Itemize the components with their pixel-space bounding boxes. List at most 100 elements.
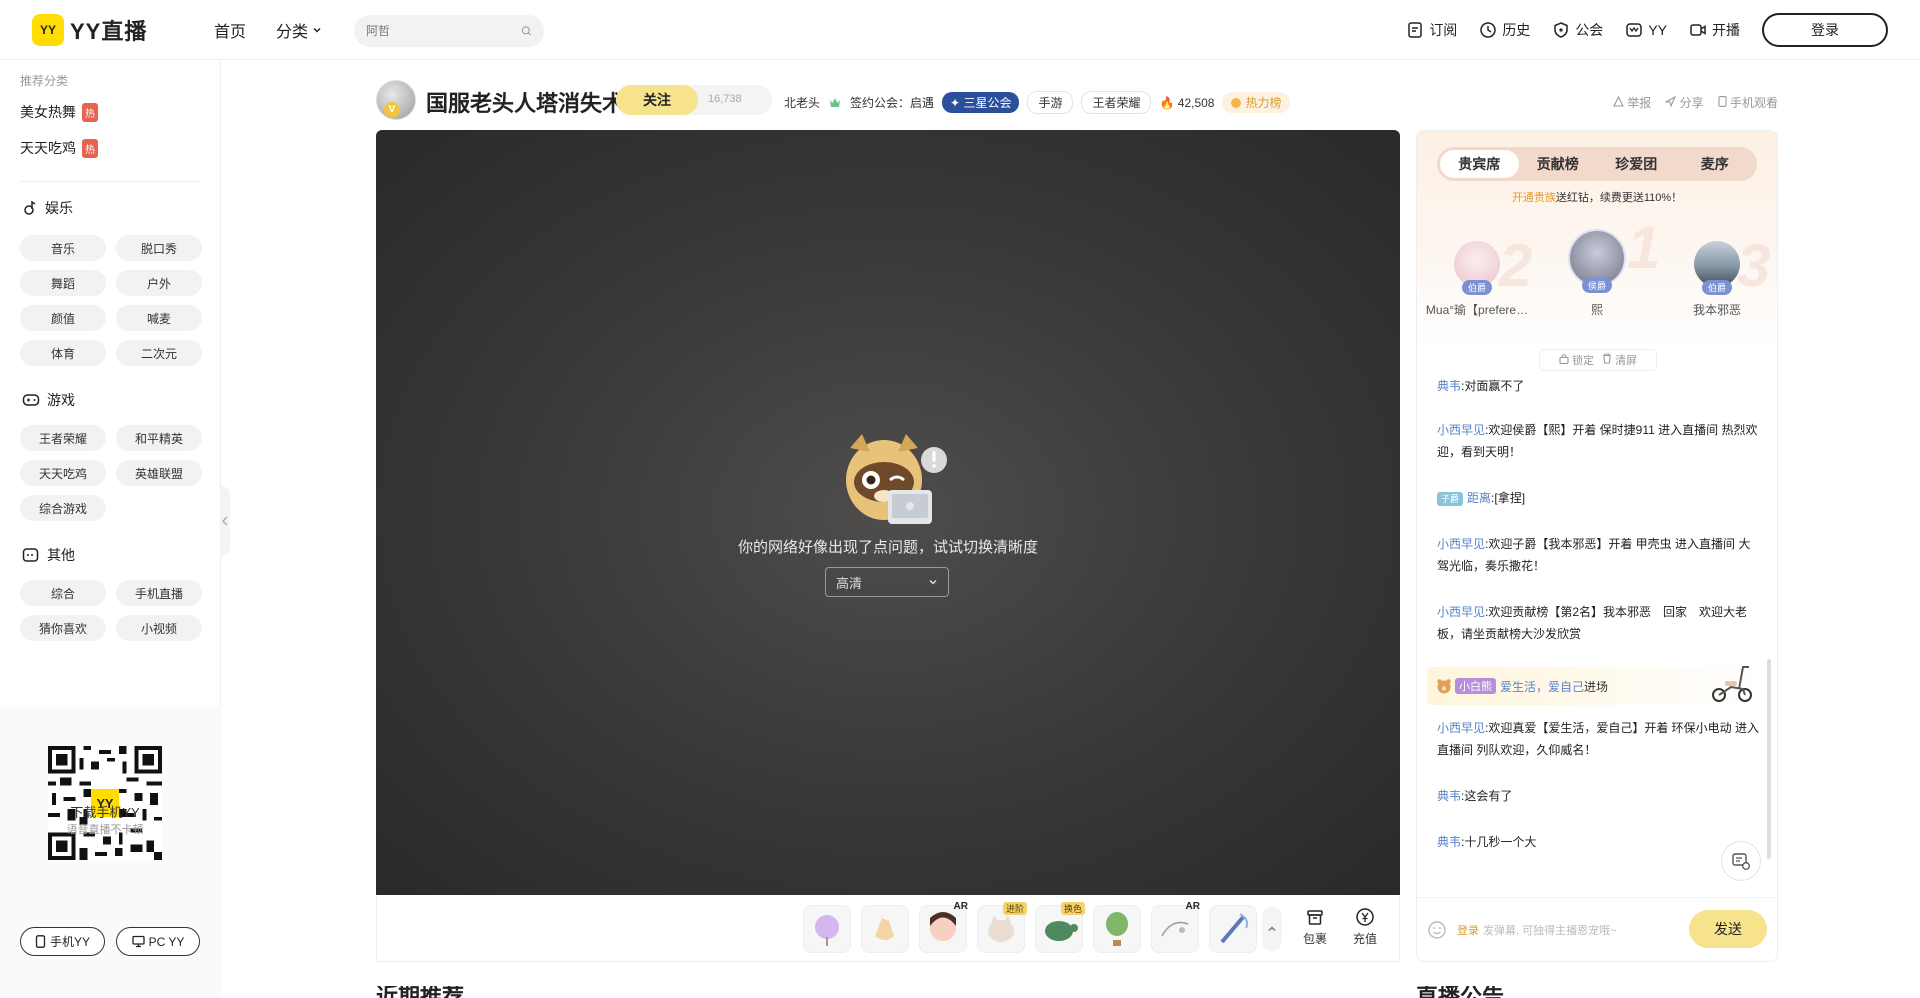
chat-user[interactable]: 小西早见 <box>1437 537 1485 551</box>
gift-item[interactable] <box>1093 905 1141 953</box>
report-link[interactable]: 举报 <box>1613 94 1651 111</box>
category-chip[interactable]: 音乐 <box>20 235 106 261</box>
tab-fan-club[interactable]: 珍爱团 <box>1597 150 1676 178</box>
recharge-button[interactable]: 充值 <box>1345 907 1385 947</box>
guild-badge[interactable]: ✦ 三星公会 <box>942 92 1020 113</box>
category-chip[interactable]: 颜值 <box>20 305 106 331</box>
recharge-label: 充值 <box>1352 932 1377 946</box>
hot-air-balloon-gift-icon <box>1106 912 1128 946</box>
category-chip[interactable]: 舞蹈 <box>20 270 106 296</box>
lock-button[interactable]: 锁定 <box>1559 352 1594 368</box>
share-link[interactable]: 分享 <box>1664 94 1704 111</box>
gift-item[interactable] <box>861 905 909 953</box>
history-link[interactable]: 历史 <box>1479 20 1530 40</box>
noble-promo[interactable]: 开通贵族送红钻，续费更送110%！ <box>1417 189 1777 205</box>
anchor-name[interactable]: 北老头 <box>784 94 820 111</box>
search-box[interactable] <box>354 15 544 47</box>
chat-user[interactable]: 距离 <box>1467 491 1491 505</box>
gift-item[interactable] <box>803 905 851 953</box>
category-chip[interactable]: 综合 <box>20 580 106 606</box>
section-entertainment[interactable]: 娱乐 <box>22 198 73 218</box>
right-nav: 订阅 历史 公会 YY 开播 登录 <box>1406 13 1888 47</box>
chat-user[interactable]: 典韦 <box>1437 379 1461 393</box>
category-chip[interactable]: 手机直播 <box>116 580 202 606</box>
gift-item[interactable] <box>1209 905 1257 953</box>
gift-item[interactable]: AR <box>919 901 968 953</box>
category-chip[interactable]: 和平精英 <box>116 425 202 451</box>
category-chip[interactable]: 综合游戏 <box>20 495 106 521</box>
gift-item[interactable]: 进阶 <box>977 902 1027 953</box>
category-chip[interactable]: 王者荣耀 <box>20 425 106 451</box>
chat-user[interactable]: 小西早见 <box>1437 721 1485 735</box>
clear-button[interactable]: 清屏 <box>1602 352 1637 368</box>
podium-seat-3[interactable]: 伯爵 我本邪恶 <box>1657 241 1777 318</box>
chat-settings-button[interactable] <box>1721 841 1761 881</box>
category-chip[interactable]: 户外 <box>116 270 202 296</box>
tag-game[interactable]: 王者荣耀 <box>1081 91 1152 114</box>
ar-face-gift-icon <box>930 912 956 941</box>
category-chip[interactable]: 脱口秀 <box>116 235 202 261</box>
follow-button[interactable]: 关注 <box>616 85 698 115</box>
podium-seat-1[interactable]: 侯爵 熙 <box>1537 229 1657 318</box>
chat-user[interactable]: 典韦 <box>1437 789 1461 803</box>
recommended-item[interactable]: 美女热舞 热 <box>20 102 98 122</box>
gift-item[interactable]: 换色 <box>1035 902 1085 953</box>
tag-mobile-game[interactable]: 手游 <box>1027 91 1074 114</box>
category-chip[interactable]: 喊麦 <box>116 305 202 331</box>
category-chip[interactable]: 小视频 <box>116 615 202 641</box>
section-games[interactable]: 游戏 <box>22 390 75 410</box>
follow-widget: 关注 16,738 <box>616 85 772 115</box>
chat-user[interactable]: 小西早见 <box>1437 605 1485 619</box>
emoji-icon[interactable] <box>1427 920 1447 940</box>
podium-seat-2[interactable]: 伯爵 Mua°瑜【prefere… <box>1417 241 1537 318</box>
chat-login-link[interactable]: 登录 <box>1457 925 1479 937</box>
category-chip[interactable]: 天天吃鸡 <box>20 460 106 486</box>
chat-user[interactable]: 典韦 <box>1437 835 1461 849</box>
chat-user[interactable]: 小西早见 <box>1437 423 1485 437</box>
gift-item[interactable]: AR <box>1151 901 1200 953</box>
heat-value: 42,508 <box>1177 95 1215 110</box>
vip-action: 进场 <box>1584 679 1609 694</box>
download-mobile-button[interactable]: 手机YY <box>20 927 105 956</box>
phone-icon <box>1718 96 1727 107</box>
clap-gift-icon <box>875 918 894 940</box>
quality-select[interactable]: 高清 <box>825 567 949 597</box>
quality-value: 高清 <box>836 575 863 591</box>
category-chip[interactable]: 猜你喜欢 <box>20 615 106 641</box>
broadcast-link[interactable]: 开播 <box>1689 20 1740 40</box>
chat-list[interactable]: 典韦:对面赢不了 小西早见:欢迎侯爵【熙】开着 保时捷911 进入直播间 热烈欢… <box>1417 369 1777 889</box>
yy-logo[interactable]: YY YY直播 <box>32 14 147 46</box>
category-chip[interactable]: 英雄联盟 <box>116 460 202 486</box>
gift-expand-button[interactable] <box>1262 907 1282 951</box>
nav-home[interactable]: 首页 <box>214 18 246 42</box>
yy-link[interactable]: YY <box>1625 21 1667 39</box>
search-input[interactable] <box>366 24 521 38</box>
share-icon <box>1664 95 1677 108</box>
guild-link[interactable]: 公会 <box>1552 20 1603 40</box>
section-others[interactable]: 其他 <box>22 545 75 565</box>
tab-contribution[interactable]: 贡献榜 <box>1519 150 1598 178</box>
heat-rank-badge[interactable]: 热力榜 <box>1222 92 1290 113</box>
category-chip[interactable]: 体育 <box>20 340 106 366</box>
nav-category-label: 分类 <box>276 24 309 41</box>
vip-user[interactable]: 爱生活，爱自己 <box>1500 678 1584 695</box>
package-button[interactable]: 包裹 <box>1295 907 1335 947</box>
package-icon <box>1307 910 1323 925</box>
category-chip[interactable]: 二次元 <box>116 340 202 366</box>
send-button[interactable]: 发送 <box>1689 910 1767 948</box>
nav-category[interactable]: 分类 <box>276 18 322 42</box>
ar-sketch-gift-icon <box>1161 921 1189 937</box>
sidebar-collapse-toggle[interactable] <box>220 486 230 556</box>
tab-mic-queue[interactable]: 麦序 <box>1676 150 1755 178</box>
search-icon[interactable] <box>521 23 532 39</box>
mobile-watch-link[interactable]: 手机观看 <box>1718 94 1778 111</box>
subscribe-link[interactable]: 订阅 <box>1406 20 1457 40</box>
cotton-candy-gift-icon <box>815 915 839 946</box>
download-pc-button[interactable]: PC YY <box>116 927 200 956</box>
recommended-item[interactable]: 天天吃鸡 热 <box>20 138 98 158</box>
login-button[interactable]: 登录 <box>1762 13 1888 47</box>
chat-input[interactable]: 登录 发弹幕, 可独得主播恩宠哦~ <box>1457 922 1617 938</box>
video-player[interactable]: 你的网络好像出现了点问题，试试切换清晰度 高清 <box>376 130 1400 895</box>
chat-scrollbar[interactable] <box>1767 659 1771 859</box>
tab-vip-seats[interactable]: 贵宾席 <box>1440 150 1519 178</box>
